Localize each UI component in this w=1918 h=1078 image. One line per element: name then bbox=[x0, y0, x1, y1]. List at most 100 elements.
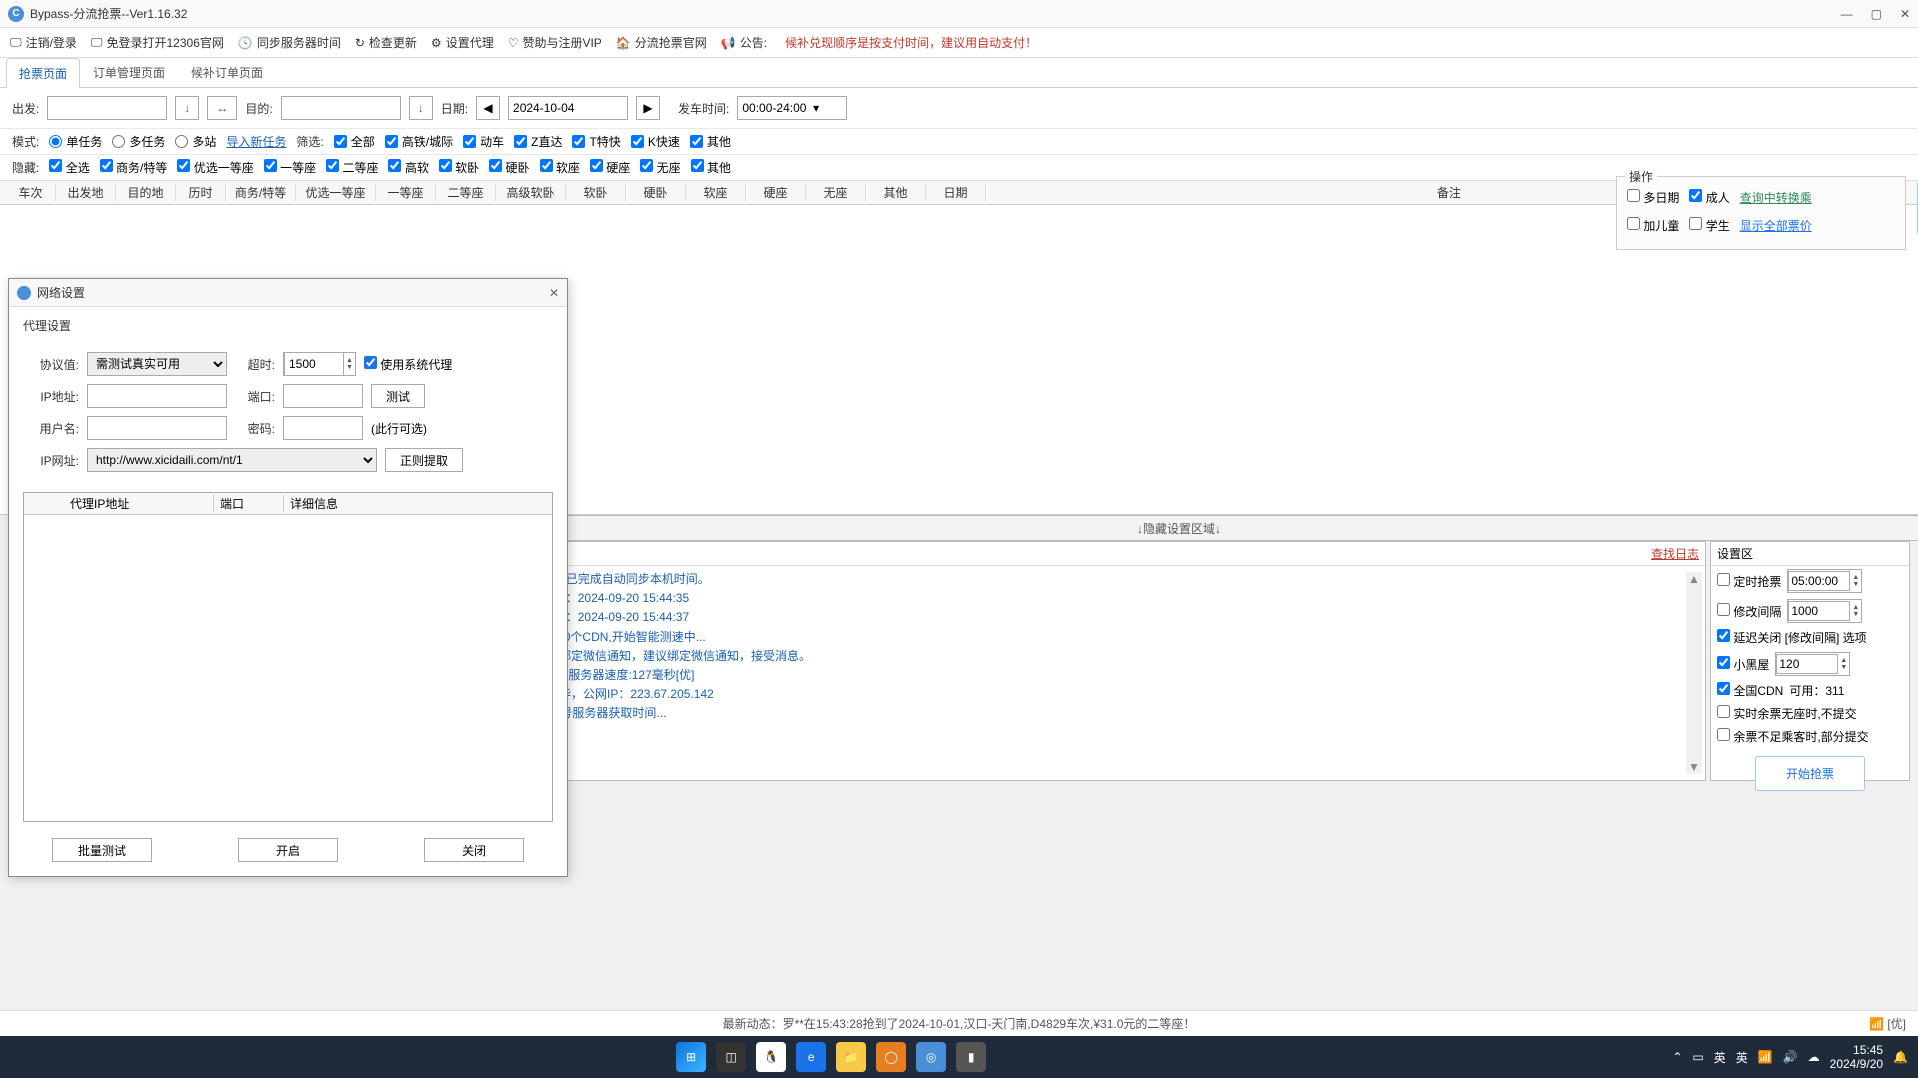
vip-button[interactable]: ♡ 赞助与注册VIP bbox=[508, 34, 602, 51]
col-duration[interactable]: 历时 bbox=[176, 184, 226, 201]
to-dropdown-icon[interactable]: ↓ bbox=[409, 96, 433, 120]
tray-chevron-icon[interactable]: ⌃ bbox=[1672, 1050, 1682, 1064]
hide-yx1[interactable]: 优选一等座 bbox=[177, 159, 253, 176]
col-yw[interactable]: 硬卧 bbox=[626, 184, 686, 201]
tray-clock[interactable]: 15:452024/9/20 bbox=[1830, 1043, 1883, 1072]
col-from[interactable]: 出发地 bbox=[56, 184, 116, 201]
pcol-ip[interactable]: 代理IP地址 bbox=[64, 495, 214, 512]
tray-volume-icon[interactable]: 🔊 bbox=[1783, 1050, 1798, 1064]
close-button[interactable]: ✕ bbox=[1900, 7, 1910, 21]
pcol-detail[interactable]: 详细信息 bbox=[284, 495, 552, 512]
mode-single[interactable]: 单任务 bbox=[49, 133, 102, 150]
filter-all[interactable]: 全部 bbox=[334, 133, 375, 150]
logout-login-button[interactable]: 🖵 注销/登录 bbox=[10, 34, 77, 51]
tray-rect-icon[interactable]: ▭ bbox=[1692, 1050, 1703, 1064]
app-icon-1[interactable]: ◯ bbox=[876, 1042, 906, 1072]
batch-test-button[interactable]: 批量测试 bbox=[52, 838, 152, 862]
transfer-link[interactable]: 查询中转换乘 bbox=[1740, 189, 1812, 206]
hide-yw[interactable]: 硬卧 bbox=[489, 159, 529, 176]
filter-other[interactable]: 其他 bbox=[690, 133, 731, 150]
tab-orders[interactable]: 订单管理页面 bbox=[80, 57, 178, 87]
website-button[interactable]: 🏠 分流抢票官网 bbox=[616, 34, 707, 51]
open-12306-button[interactable]: 🖵 免登录打开12306官网 bbox=[91, 34, 224, 51]
tray-ime[interactable]: 英 bbox=[1736, 1049, 1748, 1066]
to-input[interactable] bbox=[281, 96, 401, 120]
mode-multi[interactable]: 多任务 bbox=[112, 133, 165, 150]
col-er[interactable]: 二等座 bbox=[436, 184, 496, 201]
port-input[interactable] bbox=[283, 384, 363, 408]
app-icon-2[interactable]: ▮ bbox=[956, 1042, 986, 1072]
delay-check[interactable]: 延迟关闭 [修改间隔] 选项 bbox=[1717, 629, 1867, 646]
nosubmit-check[interactable]: 实时余票无座时,不提交 bbox=[1717, 705, 1857, 722]
enable-button[interactable]: 开启 bbox=[238, 838, 338, 862]
timed-check[interactable]: 定时抢票 bbox=[1717, 573, 1781, 590]
all-fares-link[interactable]: 显示全部票价 bbox=[1740, 217, 1812, 234]
blackroom-check[interactable]: 小黑屋 bbox=[1717, 656, 1769, 673]
date-input[interactable] bbox=[508, 96, 628, 120]
pcol-port[interactable]: 端口 bbox=[214, 495, 284, 512]
explorer-icon[interactable]: 📁 bbox=[836, 1042, 866, 1072]
swap-button[interactable]: ↔ bbox=[207, 96, 237, 120]
tray-wifi-icon[interactable]: 📶 bbox=[1758, 1050, 1773, 1064]
date-prev-button[interactable]: ◀ bbox=[476, 96, 500, 120]
col-gr[interactable]: 高级软卧 bbox=[496, 184, 566, 201]
col-rz[interactable]: 软座 bbox=[686, 184, 746, 201]
start-grab-button[interactable]: 开始抢票 bbox=[1755, 756, 1865, 791]
hide-other2[interactable]: 其他 bbox=[691, 159, 731, 176]
interval-value[interactable]: ▲▼ bbox=[1787, 599, 1862, 623]
col-sw[interactable]: 商务/特等 bbox=[226, 184, 296, 201]
taskview-icon[interactable]: ◫ bbox=[716, 1042, 746, 1072]
hide-rz[interactable]: 软座 bbox=[540, 159, 580, 176]
tray-lang[interactable]: 英 bbox=[1714, 1049, 1726, 1066]
bypass-taskbar-icon[interactable]: ◎ bbox=[916, 1042, 946, 1072]
col-yx1[interactable]: 优选一等座 bbox=[296, 184, 376, 201]
tab-grab[interactable]: 抢票页面 bbox=[6, 58, 80, 88]
child-check[interactable]: 加儿童 bbox=[1627, 217, 1679, 234]
col-rw[interactable]: 软卧 bbox=[566, 184, 626, 201]
edge-icon[interactable]: e bbox=[796, 1042, 826, 1072]
filter-gaotie[interactable]: 高铁/城际 bbox=[385, 133, 453, 150]
log-body[interactable]: 15:44:37.4 [同步成功]已完成自动同步本机时间。15:44:37.4 … bbox=[445, 566, 1705, 780]
find-log-link[interactable]: 查找日志 bbox=[1651, 545, 1699, 562]
depart-time-select[interactable]: 00:00-24:00 ▾ bbox=[737, 96, 847, 120]
extract-button[interactable]: 正则提取 bbox=[385, 448, 463, 472]
adult-check[interactable]: 成人 bbox=[1689, 189, 1729, 206]
col-other[interactable]: 其他 bbox=[866, 184, 926, 201]
test-button[interactable]: 测试 bbox=[371, 384, 425, 408]
start-button[interactable]: ⊞ bbox=[676, 1042, 706, 1072]
qq-icon[interactable]: 🐧 bbox=[756, 1042, 786, 1072]
disable-button[interactable]: 关闭 bbox=[424, 838, 524, 862]
hide-shangwu[interactable]: 商务/特等 bbox=[100, 159, 168, 176]
col-to[interactable]: 目的地 bbox=[116, 184, 176, 201]
multi-date-check[interactable]: 多日期 bbox=[1627, 189, 1679, 206]
date-next-button[interactable]: ▶ bbox=[636, 96, 660, 120]
mode-multistation[interactable]: 多站 bbox=[175, 133, 216, 150]
cdn-check[interactable]: 全国CDN bbox=[1717, 682, 1783, 699]
hide-yz[interactable]: 硬座 bbox=[590, 159, 630, 176]
from-dropdown-icon[interactable]: ↓ bbox=[175, 96, 199, 120]
set-proxy-button[interactable]: ⚙ 设置代理 bbox=[431, 34, 494, 51]
tab-waitlist[interactable]: 候补订单页面 bbox=[178, 57, 276, 87]
hidden-settings-toggle[interactable]: ↓隐藏设置区域↓ bbox=[440, 515, 1918, 541]
filter-z[interactable]: Z直达 bbox=[514, 133, 562, 150]
col-wz[interactable]: 无座 bbox=[806, 184, 866, 201]
col-train[interactable]: 车次 bbox=[6, 184, 56, 201]
col-yz[interactable]: 硬座 bbox=[746, 184, 806, 201]
student-check[interactable]: 学生 bbox=[1689, 217, 1729, 234]
check-update-button[interactable]: ↻ 检查更新 bbox=[355, 34, 417, 51]
protocol-select[interactable]: 需测试真实可用 bbox=[87, 352, 227, 376]
sync-time-button[interactable]: 🕓 同步服务器时间 bbox=[238, 34, 341, 51]
col-date[interactable]: 日期 bbox=[926, 184, 986, 201]
use-system-proxy-check[interactable]: 使用系统代理 bbox=[364, 356, 452, 373]
filter-k[interactable]: K快速 bbox=[631, 133, 680, 150]
ipurl-select[interactable]: http://www.xicidaili.com/nt/1 bbox=[87, 448, 377, 472]
filter-t[interactable]: T特快 bbox=[572, 133, 620, 150]
hide-allsel[interactable]: 全选 bbox=[49, 159, 89, 176]
hide-wz[interactable]: 无座 bbox=[640, 159, 680, 176]
log-scrollbar[interactable]: ▲▼ bbox=[1686, 572, 1702, 774]
partial-check[interactable]: 余票不足乘客时,部分提交 bbox=[1717, 728, 1869, 745]
pwd-input[interactable] bbox=[283, 416, 363, 440]
timeout-input[interactable]: ▲▼ bbox=[283, 352, 356, 376]
col-yi[interactable]: 一等座 bbox=[376, 184, 436, 201]
import-tasks-link[interactable]: 导入新任务 bbox=[226, 133, 286, 150]
